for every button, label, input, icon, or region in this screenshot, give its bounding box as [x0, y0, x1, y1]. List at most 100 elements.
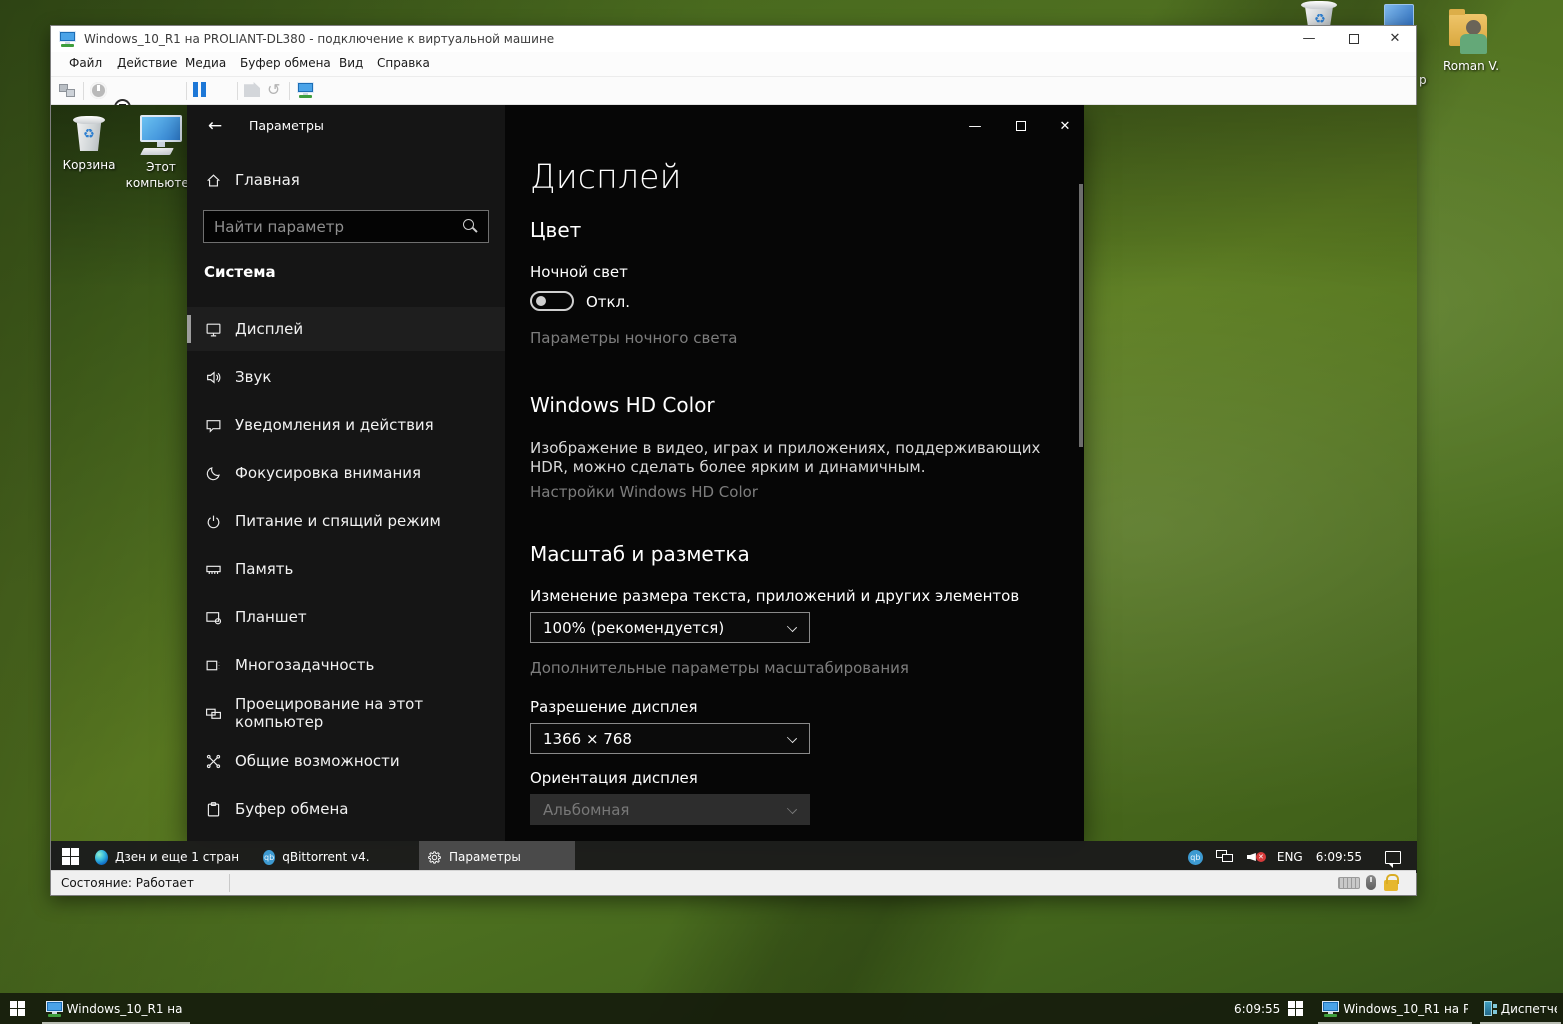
- resolution-dropdown[interactable]: 1366 × 768: [530, 723, 810, 754]
- sidebar-item-multitasking[interactable]: Многозадачность: [187, 643, 505, 687]
- sidebar-item-label: Память: [235, 560, 293, 578]
- menu-file[interactable]: Файл: [69, 56, 102, 70]
- vm-guest-desktop: ♻ Корзина Этот компьютер — ✕ ← Параметры: [51, 105, 1417, 873]
- host-icon-roman[interactable]: Roman V.: [1436, 8, 1506, 74]
- task-manager-icon: [1484, 1001, 1495, 1016]
- chevron-down-icon: [787, 622, 797, 632]
- guest-clock[interactable]: 6:09:55: [1316, 850, 1362, 864]
- sidebar-item-storage[interactable]: Память: [187, 547, 505, 591]
- guest-system-tray: qb ✕ ENG 6:09:55: [1188, 841, 1401, 873]
- home-icon: [205, 172, 222, 189]
- menu-action[interactable]: Действие: [117, 56, 177, 70]
- guest-task-edge[interactable]: Дзен и еще 1 страни...: [87, 841, 247, 873]
- guest-task-settings-active[interactable]: Параметры: [419, 841, 575, 873]
- search-icon[interactable]: [461, 218, 479, 236]
- resolution-dropdown-value: 1366 × 768: [543, 730, 632, 748]
- sidebar-item-power-sleep[interactable]: Питание и спящий режим: [187, 499, 505, 543]
- menu-view[interactable]: Вид: [339, 56, 363, 70]
- vmconnect-titlebar[interactable]: Windows_10_R1 на PROLIANT-DL380 - подклю…: [51, 26, 1416, 52]
- scale-dropdown[interactable]: 100% (рекомендуется): [530, 612, 810, 643]
- host-clock[interactable]: 6:09:55: [1234, 1002, 1280, 1016]
- menu-media[interactable]: Медиа: [185, 56, 226, 70]
- recycle-bin-lid: [73, 116, 105, 124]
- resolution-label: Разрешение дисплея: [530, 698, 697, 716]
- multitask-icon: [205, 657, 222, 674]
- chevron-down-icon: [787, 733, 797, 743]
- mouse-status-icon: [1366, 875, 1376, 890]
- memory-icon: [205, 561, 222, 578]
- sidebar-item-display[interactable]: Дисплей: [187, 307, 505, 351]
- sidebar-item-label: Фокусировка внимания: [235, 464, 421, 482]
- guest-taskbar: Дзен и еще 1 страни... qb qBittorrent v4…: [51, 841, 1417, 873]
- person-head-icon: [1466, 20, 1481, 35]
- vm-checkpoint-icon[interactable]: [244, 82, 260, 97]
- vmconnect-icon: [1322, 1001, 1337, 1017]
- sidebar-item-label: Буфер обмена: [235, 800, 348, 818]
- host-start-button-monitor2[interactable]: [1288, 1001, 1303, 1016]
- chat-bubble-icon: [205, 417, 222, 434]
- vmconnect-window-title: Windows_10_R1 на PROLIANT-DL380 - подклю…: [84, 32, 554, 46]
- sidebar-item-focus-assist[interactable]: Фокусировка внимания: [187, 451, 505, 495]
- sidebar-item-notifications[interactable]: Уведомления и действия: [187, 403, 505, 447]
- ctrl-alt-del-icon[interactable]: [59, 82, 77, 98]
- menu-clipboard[interactable]: Буфер обмена: [240, 56, 331, 70]
- sidebar-item-label: Главная: [235, 171, 300, 189]
- scale-section-heading: Масштаб и разметка: [530, 542, 750, 566]
- host-desktop: ♻ Roman V. Фигня всякая р Windows_10_R1 …: [0, 0, 1563, 1024]
- sidebar-item-clipboard[interactable]: Буфер обмена: [187, 787, 505, 831]
- action-center-icon[interactable]: [1385, 851, 1401, 864]
- sidebar-item-label: Уведомления и действия: [235, 416, 434, 434]
- vm-revert-icon[interactable]: ↺: [267, 82, 280, 98]
- language-indicator[interactable]: ENG: [1277, 850, 1303, 864]
- hdr-description-line1: Изображение в видео, играх и приложениях…: [530, 439, 1040, 458]
- advanced-scaling-link[interactable]: Дополнительные параметры масштабирования: [530, 659, 909, 677]
- volume-muted-icon[interactable]: ✕: [1247, 850, 1264, 864]
- back-arrow-icon[interactable]: ←: [201, 113, 229, 139]
- sidebar-item-label: Многозадачность: [235, 656, 374, 674]
- guest-task-qbittorrent[interactable]: qb qBittorrent v4.5.2: [255, 841, 377, 873]
- night-light-settings-link[interactable]: Параметры ночного света: [530, 329, 738, 347]
- enhanced-session-icon[interactable]: [297, 82, 314, 98]
- vmconnect-maximize-button[interactable]: [1339, 28, 1369, 49]
- sidebar-item-shared-experiences[interactable]: Общие возможности: [187, 739, 505, 783]
- hdr-settings-link[interactable]: Настройки Windows HD Color: [530, 483, 758, 501]
- settings-scrollbar-thumb[interactable]: [1079, 184, 1083, 447]
- windows-logo-icon: [1288, 1001, 1303, 1016]
- sidebar-item-sound[interactable]: Звук: [187, 355, 505, 399]
- vm-start-icon[interactable]: [90, 82, 107, 99]
- host-task-manager[interactable]: Диспетчер: [1478, 993, 1563, 1024]
- lock-status-icon: [1384, 880, 1398, 891]
- tablet-icon: [205, 609, 222, 626]
- host-start-button[interactable]: [10, 1001, 25, 1016]
- recycle-symbol-icon: ♻: [72, 127, 106, 142]
- host-task-vm[interactable]: Windows_10_R1 на Р...: [40, 993, 192, 1024]
- edge-icon: [95, 850, 108, 865]
- task-label: Windows_10_R1 на Р...: [1343, 1002, 1468, 1016]
- menu-help[interactable]: Справка: [377, 56, 430, 70]
- settings-content: Дисплей Цвет Ночной свет Откл. Параметры…: [505, 105, 1084, 841]
- network-tray-icon[interactable]: [1216, 850, 1234, 864]
- shared-experiences-icon: [205, 753, 222, 770]
- qbittorrent-tray-icon[interactable]: qb: [1188, 850, 1203, 865]
- night-light-toggle[interactable]: [530, 291, 574, 311]
- sidebar-item-home[interactable]: Главная: [187, 158, 505, 202]
- sidebar-item-tablet[interactable]: Планшет: [187, 595, 505, 639]
- page-title: Дисплей: [530, 157, 682, 196]
- settings-search-box[interactable]: [203, 210, 489, 243]
- vmconnect-minimize-button[interactable]: —: [1294, 28, 1324, 49]
- night-light-state: Откл.: [586, 293, 630, 311]
- color-section-heading: Цвет: [530, 218, 581, 242]
- moon-icon: [205, 465, 222, 482]
- vmconnect-statusbar: Состояние: Работает: [51, 870, 1416, 895]
- chevron-down-icon: [787, 804, 797, 814]
- search-input[interactable]: [204, 218, 461, 236]
- host-task-vm-monitor2[interactable]: Windows_10_R1 на Р...: [1316, 993, 1474, 1024]
- qbittorrent-icon: qb: [263, 850, 275, 865]
- sidebar-item-projecting[interactable]: Проецирование на этот компьютер: [187, 691, 505, 735]
- guest-start-button[interactable]: [62, 848, 79, 865]
- orientation-label: Ориентация дисплея: [530, 769, 698, 787]
- vm-pause-icon[interactable]: [193, 82, 209, 101]
- vmconnect-close-button[interactable]: ✕: [1380, 28, 1410, 49]
- vm-status-text: Состояние: Работает: [61, 876, 194, 890]
- speaker-icon: [205, 369, 222, 386]
